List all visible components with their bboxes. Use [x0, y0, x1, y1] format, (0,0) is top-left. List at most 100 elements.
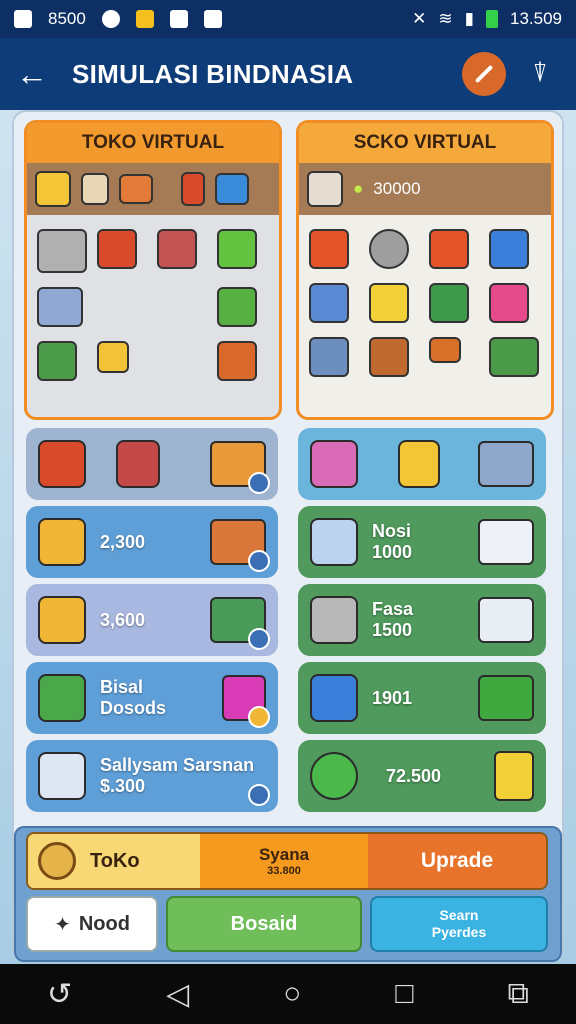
nood-label: Nood — [78, 912, 130, 935]
red-crate-icon[interactable] — [309, 229, 349, 269]
shop-right-amount: 30000 — [373, 179, 421, 198]
tool-icon: ✦ — [54, 913, 71, 936]
tile-left-2-price: 2,300 — [100, 531, 146, 552]
tile-right-1[interactable] — [298, 428, 546, 500]
green-dumpster-icon — [478, 675, 534, 721]
yellow-box-icon[interactable] — [369, 283, 409, 323]
package-icon[interactable] — [81, 173, 109, 205]
tile-right-2-line1: Nosi — [372, 521, 412, 541]
recents-square-icon[interactable]: □ — [395, 977, 413, 1011]
building-icon — [478, 519, 534, 565]
red-box-icon[interactable] — [429, 229, 469, 269]
green-crate-icon[interactable] — [429, 283, 469, 323]
tile-right-4[interactable]: 1901 — [298, 662, 546, 734]
kiosk-icon[interactable] — [369, 337, 409, 377]
home-circle-icon[interactable]: ○ — [283, 977, 301, 1011]
doc2-icon — [203, 10, 222, 28]
empty-slot — [157, 341, 197, 381]
crate-icon[interactable] — [35, 171, 71, 207]
shopping-cart-icon[interactable] — [37, 229, 87, 273]
syana-segment[interactable]: Syana 33.800 — [200, 834, 368, 888]
package-open-icon[interactable] — [307, 171, 343, 207]
monitor-icon[interactable] — [215, 173, 249, 205]
market-stall-icon — [38, 440, 86, 488]
tile-left-1[interactable] — [26, 428, 278, 500]
blue-fridge-icon — [310, 518, 358, 566]
shop-right-title: SCKO VIRTUAL — [299, 123, 551, 163]
syana-label: Syana — [258, 845, 310, 864]
yellow-crate-icon — [38, 518, 86, 566]
status-time-left: 8500 — [48, 9, 86, 28]
back-triangle-icon[interactable]: ◁ — [166, 977, 189, 1012]
tile-left-3[interactable]: 3,600 — [26, 584, 278, 656]
tile-right-5-price: 72.500 — [386, 765, 442, 786]
tile-right-2-line2: 1000 — [372, 542, 413, 562]
tile-left-2-ring-icon — [248, 550, 270, 572]
tile-left-4[interactable]: Bisal Dosods — [26, 662, 278, 734]
filter-icon: ⍒ — [532, 58, 548, 88]
tile-left-1-ring-icon — [248, 472, 270, 494]
cart-red-icon — [116, 440, 160, 488]
blue-barrel-icon — [310, 674, 358, 722]
crate-green-icon[interactable] — [37, 341, 77, 381]
green-bin-icon — [38, 674, 86, 722]
back-arrow-icon[interactable]: ← — [16, 56, 56, 93]
chat-icon — [101, 10, 120, 28]
fruit-cart-icon[interactable] — [217, 287, 257, 327]
tile-right-2[interactable]: Nosi 1000 — [298, 506, 546, 578]
store-front-icon — [478, 597, 534, 643]
upgrade-button[interactable]: Uprade — [368, 834, 546, 888]
battery-icon — [486, 10, 498, 28]
wifi-icon: ≋ — [438, 9, 453, 28]
rotate-back-icon[interactable]: ↺ — [47, 977, 72, 1012]
counter-icon — [478, 441, 534, 487]
app-notification-icon — [14, 10, 32, 28]
green-stall-icon[interactable] — [489, 337, 539, 377]
cart-icon[interactable] — [157, 229, 197, 269]
toko-label: ToKo — [90, 849, 140, 872]
bosaid-button[interactable]: Bosaid — [166, 896, 362, 952]
overview-icon[interactable]: ⧉ — [508, 977, 529, 1011]
sofa-icon[interactable] — [119, 174, 153, 204]
pink-bag-icon[interactable] — [489, 283, 529, 323]
tile-right-3-text: Fasa 1500 — [372, 599, 413, 641]
store-icon[interactable] — [37, 287, 83, 327]
barrel-icon[interactable] — [181, 172, 205, 206]
brown-box-icon[interactable] — [429, 337, 461, 363]
tile-right-5[interactable]: 72.500 — [298, 740, 546, 812]
red-cart-icon[interactable] — [97, 229, 137, 269]
page-title: SIMULASI BINDNASIA — [72, 58, 354, 89]
blue-bin-icon[interactable] — [489, 229, 529, 269]
green-box-icon[interactable] — [217, 229, 257, 269]
shelf-icon[interactable] — [309, 337, 349, 377]
blue-chair-icon[interactable] — [309, 283, 349, 323]
game-icon — [135, 10, 154, 28]
upgrade-label: Uprade — [420, 849, 494, 872]
chair-icon[interactable] — [97, 341, 129, 373]
tile-right-3-line2: 1500 — [372, 620, 413, 640]
coin-icon: ● — [353, 179, 364, 198]
action-bar: ToKo Syana 33.800 Uprade — [26, 832, 548, 890]
tile-left-4-line2: Dosods — [100, 698, 167, 718]
tile-right-2-text: Nosi 1000 — [372, 521, 412, 563]
filter-button[interactable]: ⍒ — [520, 54, 560, 94]
tile-left-5[interactable]: Sallysam Sarsnan $.300 — [26, 740, 278, 812]
shop-left-title: TOKO VIRTUAL — [27, 123, 279, 163]
nood-button[interactable]: ✦ Nood — [26, 896, 158, 952]
tile-left-5-text: Sallysam Sarsnan $.300 — [100, 755, 254, 797]
tile-left-2[interactable]: 2,300 — [26, 506, 278, 578]
pastry-cart-icon[interactable] — [217, 341, 257, 381]
search-top-label: Searn — [439, 907, 479, 923]
tile-right-3[interactable]: Fasa 1500 — [298, 584, 546, 656]
tile-left-4-ring-icon — [248, 706, 270, 728]
search-bottom-label: Pyerdes — [431, 924, 487, 940]
tile-left-4-text: Bisal Dosods — [100, 677, 166, 719]
search-button[interactable]: Searn Pyerdes — [370, 896, 548, 952]
pot-icon[interactable] — [369, 229, 409, 269]
toko-segment[interactable]: ToKo — [28, 834, 200, 888]
doc-icon — [169, 10, 188, 28]
tile-left-3-ring-icon — [248, 628, 270, 650]
edit-button[interactable] — [462, 52, 506, 96]
empty-slot — [157, 287, 197, 327]
shop-right-category-row: ● 30000 — [299, 163, 551, 215]
